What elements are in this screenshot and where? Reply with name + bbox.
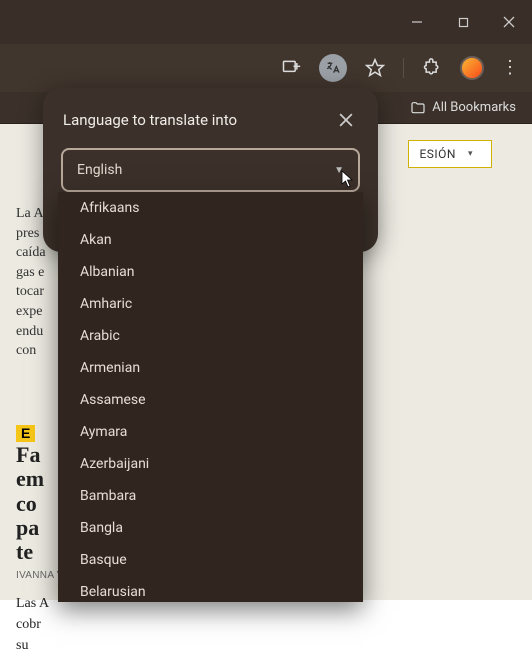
profile-avatar[interactable] bbox=[460, 56, 484, 80]
maximize-button[interactable] bbox=[440, 0, 486, 44]
all-bookmarks-label: All Bookmarks bbox=[432, 100, 516, 115]
headline-text: Fa bbox=[16, 442, 40, 467]
browser-toolbar: ⋮ bbox=[0, 44, 532, 92]
article-fragment-2: Las A cobr su bbox=[16, 593, 70, 656]
chevron-down-icon: ▾ bbox=[468, 149, 473, 159]
language-option[interactable]: Bangla bbox=[58, 512, 363, 544]
install-app-icon[interactable] bbox=[277, 54, 305, 82]
language-option[interactable]: Afrikaans bbox=[58, 192, 363, 224]
language-option[interactable]: Amharic bbox=[58, 288, 363, 320]
selected-language: English bbox=[77, 162, 122, 178]
language-option[interactable]: Arabic bbox=[58, 320, 363, 352]
all-bookmarks-button[interactable]: All Bookmarks bbox=[410, 100, 516, 116]
exclusive-badge: E bbox=[16, 425, 35, 442]
kebab-menu-icon[interactable]: ⋮ bbox=[498, 59, 522, 77]
language-dropdown: AfrikaansAkanAlbanianAmharicArabicArmeni… bbox=[58, 192, 363, 602]
window-titlebar bbox=[0, 0, 532, 44]
popup-title: Language to translate into bbox=[63, 111, 237, 129]
close-window-button[interactable] bbox=[486, 0, 532, 44]
login-label: ESIÓN bbox=[419, 147, 456, 161]
language-option[interactable]: Armenian bbox=[58, 352, 363, 384]
language-option[interactable]: Albanian bbox=[58, 256, 363, 288]
minimize-button[interactable] bbox=[394, 0, 440, 44]
extensions-icon[interactable] bbox=[418, 54, 446, 82]
close-icon[interactable] bbox=[334, 108, 358, 132]
language-option[interactable]: Assamese bbox=[58, 384, 363, 416]
language-option[interactable]: Akan bbox=[58, 224, 363, 256]
translate-icon[interactable] bbox=[319, 54, 347, 82]
chevron-down-icon: ▼ bbox=[334, 165, 344, 176]
language-option[interactable]: Azerbaijani bbox=[58, 448, 363, 480]
language-select[interactable]: English ▼ bbox=[61, 148, 360, 192]
language-option[interactable]: Basque bbox=[58, 544, 363, 576]
login-button[interactable]: ESIÓN ▾ bbox=[408, 140, 492, 168]
language-option[interactable]: Aymara bbox=[58, 416, 363, 448]
language-option[interactable]: Bambara bbox=[58, 480, 363, 512]
bookmark-star-icon[interactable] bbox=[361, 54, 389, 82]
language-option[interactable]: Belarusian bbox=[58, 576, 363, 602]
